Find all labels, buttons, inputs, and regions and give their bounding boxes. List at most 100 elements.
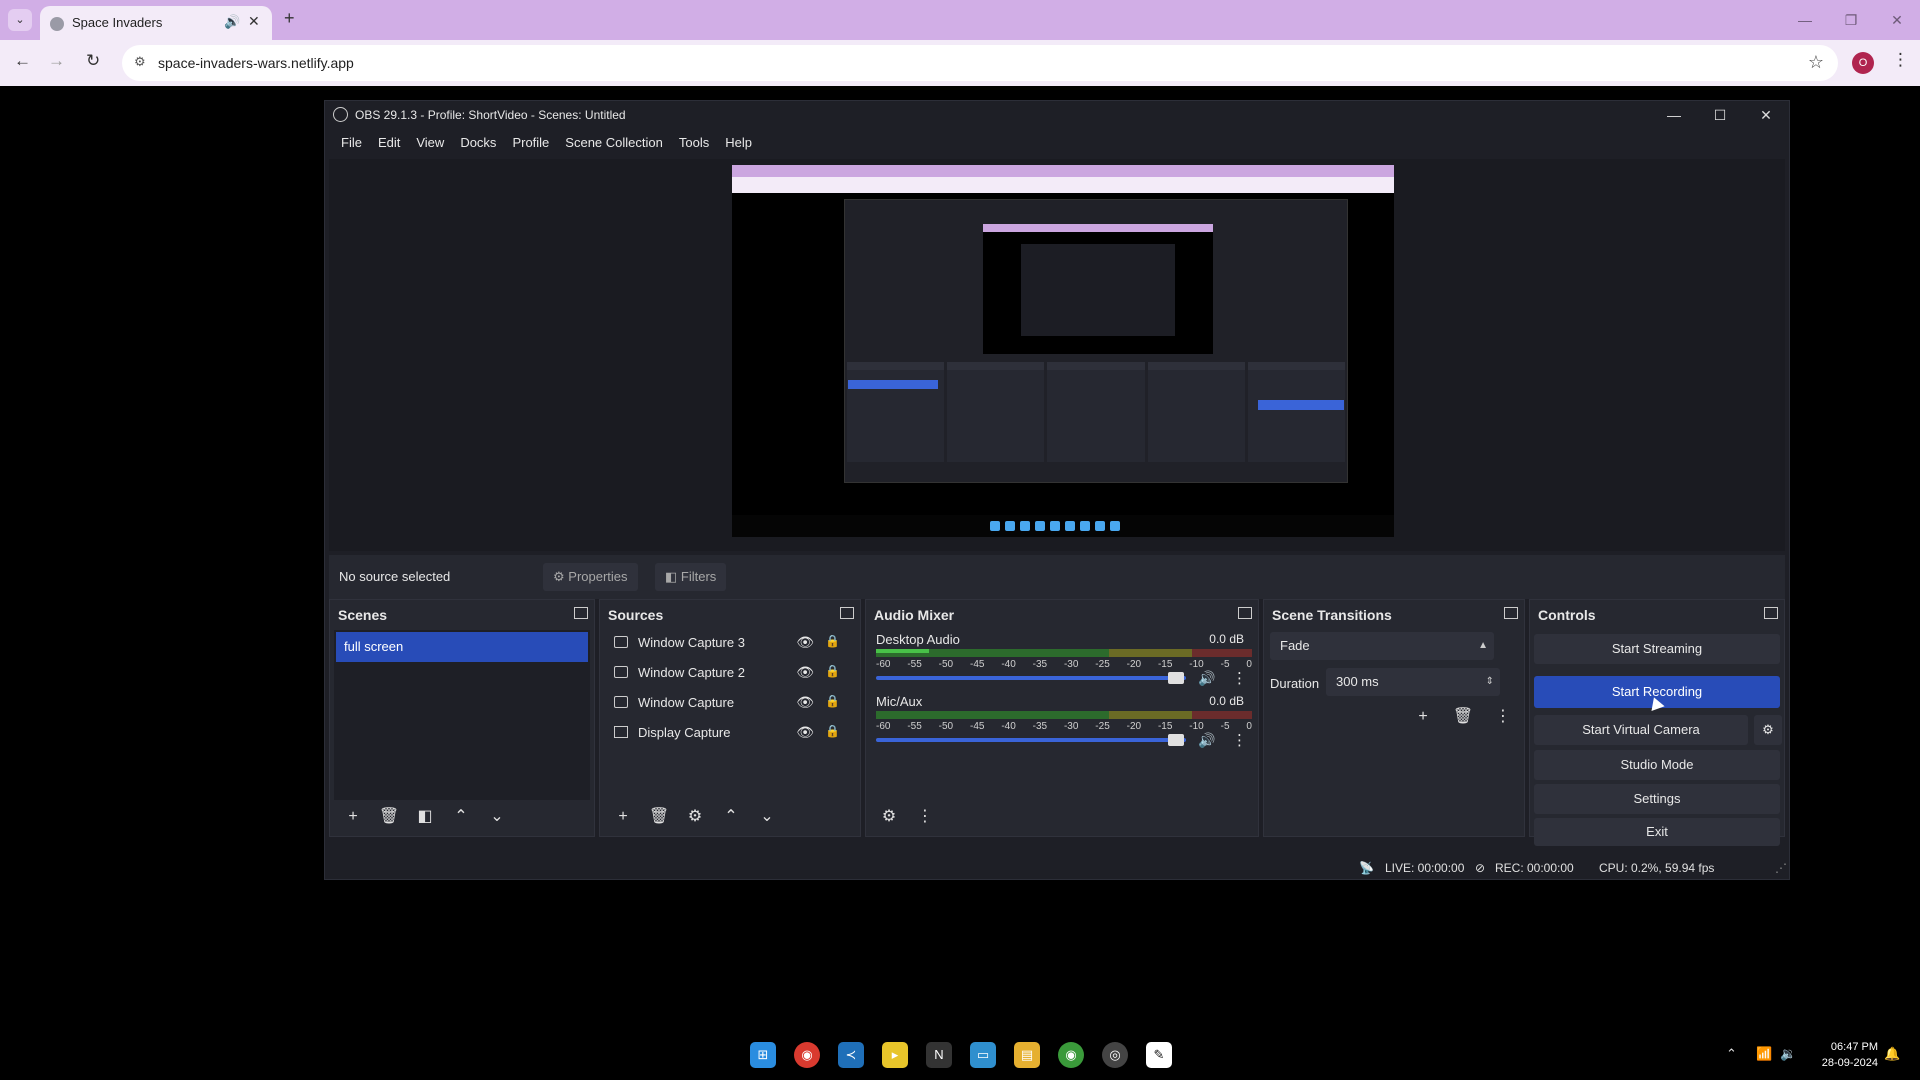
forward-icon[interactable]: → [48,51,65,71]
menu-scene-collection[interactable]: Scene Collection [557,129,671,157]
site-info-icon[interactable]: ⚙ [134,54,146,70]
menu-edit[interactable]: Edit [370,129,408,157]
resize-grip-icon[interactable]: ⋰ [1775,861,1787,875]
trash-icon[interactable]: 🗑 [1450,704,1476,730]
start-streaming-button[interactable]: Start Streaming [1534,634,1780,664]
mixer-menu-icon[interactable]: ⋮ [912,804,938,830]
program-preview[interactable] [732,165,1394,537]
undock-icon[interactable] [1764,607,1778,619]
advanced-audio-icon[interactable]: ⚙ [876,804,902,830]
start-menu-icon[interactable]: ⊞ [750,1042,776,1068]
visibility-eye-icon[interactable]: 👁 [796,724,814,741]
speaker-icon[interactable]: 🔊 [1198,670,1215,687]
volume-slider[interactable] [876,676,1186,680]
back-icon[interactable]: ← [14,51,31,71]
file-explorer-icon[interactable]: ▤ [1014,1042,1040,1068]
source-row[interactable]: Window Capture 👁 🔒 [610,690,850,716]
duration-spinbox[interactable]: 300 ms ⇕ [1326,668,1500,696]
undock-icon[interactable] [840,607,854,619]
exit-button[interactable]: Exit [1534,818,1780,846]
add-icon[interactable]: + [1410,704,1436,730]
lock-icon[interactable]: 🔒 [825,634,840,648]
move-down-icon[interactable]: ⌄ [754,804,780,830]
speaker-icon[interactable]: 🔊 [1198,732,1215,749]
trash-icon[interactable]: 🗑 [646,804,672,830]
menu-docks[interactable]: Docks [452,129,504,157]
tab-close-icon[interactable]: ✕ [248,13,260,30]
pen-app-icon[interactable]: ✎ [1146,1042,1172,1068]
scale-tick: -5 [1220,721,1230,732]
move-up-icon[interactable]: ⌃ [718,804,744,830]
new-tab-icon[interactable]: + [284,8,295,29]
lock-icon[interactable]: 🔒 [825,694,840,708]
undock-icon[interactable] [1504,607,1518,619]
source-row[interactable]: Window Capture 3 👁 🔒 [610,630,850,656]
menu-view[interactable]: View [408,129,452,157]
wifi-icon[interactable]: 📶 [1756,1046,1772,1062]
scale-tick: -50 [938,721,954,732]
minimize-icon[interactable]: — [1782,0,1828,40]
spin-arrows-icon[interactable]: ⇕ [1486,668,1494,696]
reload-icon[interactable]: ↻ [86,51,100,71]
close-icon[interactable]: ✕ [1874,0,1920,40]
chrome-icon[interactable]: ◉ [794,1042,820,1068]
system-clock[interactable]: 06:47 PM 28-09-2024 [1810,1039,1878,1071]
sticky-notes-icon[interactable]: ▸ [882,1042,908,1068]
obs-maximize-icon[interactable]: ☐ [1697,101,1743,129]
notification-bell-icon[interactable]: 🔔 [1884,1046,1900,1062]
visibility-eye-icon[interactable]: 👁 [796,694,814,711]
trash-icon[interactable]: 🗑 [376,804,402,830]
undock-icon[interactable] [574,607,588,619]
gear-icon[interactable]: ⚙ [682,804,708,830]
tab-search-icon[interactable]: ⌄ [8,9,32,31]
visibility-eye-icon[interactable]: 👁 [796,664,814,681]
volume-slider-handle[interactable] [1168,672,1184,684]
obs-taskbar-icon[interactable]: ◎ [1102,1042,1128,1068]
undock-icon[interactable] [1238,607,1252,619]
desktop-icon[interactable]: ▭ [970,1042,996,1068]
menu-help[interactable]: Help [717,129,760,157]
channel-menu-icon[interactable]: ⋮ [1232,669,1247,687]
notion-icon[interactable]: N [926,1042,952,1068]
bookmark-star-icon[interactable]: ☆ [1808,52,1824,73]
properties-button[interactable]: ⚙ Properties [543,563,638,591]
obs-close-icon[interactable]: ✕ [1743,101,1789,129]
studio-mode-button[interactable]: Studio Mode [1534,750,1780,780]
browser-tab[interactable]: Space Invaders 🔊 ✕ [40,6,272,40]
obs-minimize-icon[interactable]: — [1651,101,1697,129]
volume-slider[interactable] [876,738,1186,742]
start-virtual-camera-button[interactable]: Start Virtual Camera [1534,715,1748,745]
transition-menu-icon[interactable]: ⋮ [1490,704,1516,730]
source-row[interactable]: Window Capture 2 👁 🔒 [610,660,850,686]
add-icon[interactable]: + [340,804,366,830]
profile-avatar[interactable]: O [1852,52,1874,74]
source-row[interactable]: Display Capture 👁 🔒 [610,720,850,746]
volume-icon[interactable]: 🔉 [1780,1046,1796,1062]
scale-tick: -50 [938,659,954,670]
channel-menu-icon[interactable]: ⋮ [1232,731,1247,749]
address-bar[interactable]: ⚙ space-invaders-wars.netlify.app ☆ [122,45,1838,81]
tab-audio-icon[interactable]: 🔊 [224,14,240,30]
lock-icon[interactable]: 🔒 [825,664,840,678]
move-down-icon[interactable]: ⌄ [484,804,510,830]
chrome-profile-icon[interactable]: ◉ [1058,1042,1084,1068]
obs-titlebar: OBS 29.1.3 - Profile: ShortVideo - Scene… [325,101,1789,129]
move-up-icon[interactable]: ⌃ [448,804,474,830]
restore-icon[interactable]: ❐ [1828,0,1874,40]
browser-menu-icon[interactable]: ⋮ [1892,50,1909,70]
scene-item[interactable]: full screen [336,632,588,662]
volume-slider-handle[interactable] [1168,734,1184,746]
visibility-eye-icon[interactable]: 👁 [796,634,814,651]
virtual-camera-settings-icon[interactable]: ⚙ [1754,715,1782,745]
tray-overflow-icon[interactable]: ⌃ [1726,1046,1737,1062]
menu-profile[interactable]: Profile [504,129,557,157]
vscode-icon[interactable]: ≺ [838,1042,864,1068]
filters-button[interactable]: ◧ Filters [655,563,727,591]
settings-button[interactable]: Settings [1534,784,1780,814]
menu-file[interactable]: File [333,129,370,157]
add-icon[interactable]: + [610,804,636,830]
scene-filters-icon[interactable]: ◧ [412,804,438,830]
transition-select[interactable]: Fade ▲ [1270,632,1494,660]
menu-tools[interactable]: Tools [671,129,717,157]
lock-icon[interactable]: 🔒 [825,724,840,738]
